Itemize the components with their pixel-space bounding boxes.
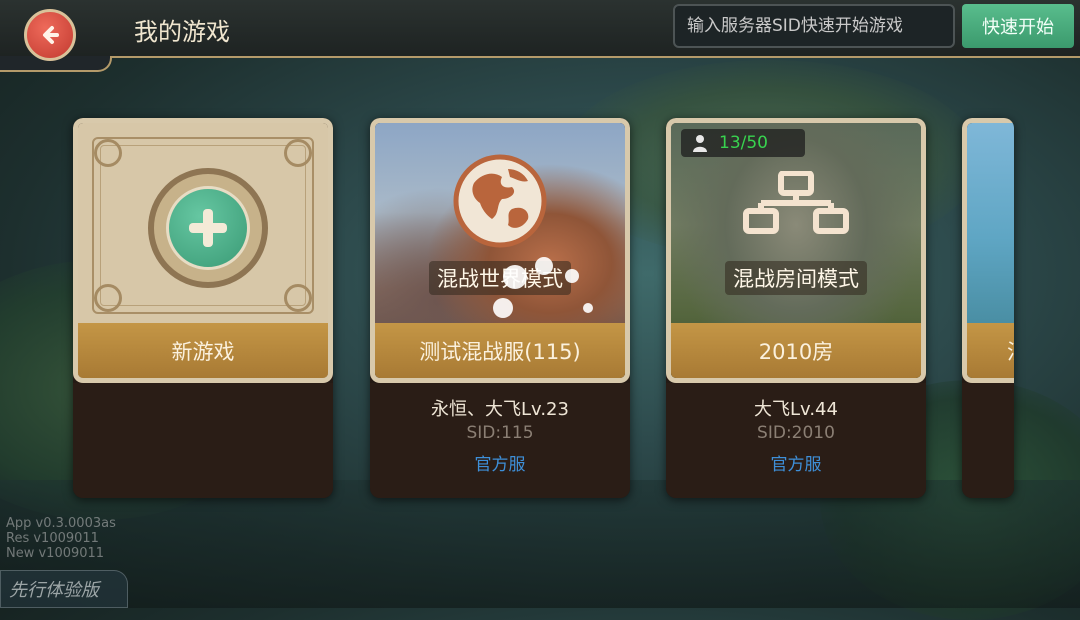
quick-start-button[interactable]: 快速开始	[962, 4, 1074, 48]
page-title: 我的游戏	[134, 18, 230, 46]
sid-text: SID:115	[466, 423, 534, 443]
sid-search-input[interactable]	[673, 4, 955, 48]
plus-icon	[166, 186, 250, 270]
room-name-label: 2010房	[671, 323, 921, 378]
version-info: App v0.3.0003as Res v1009011 New v100901…	[6, 516, 116, 561]
players-badge: 13/50	[681, 129, 805, 157]
network-icon	[741, 170, 851, 239]
server-type-link[interactable]: 官方服	[370, 450, 630, 475]
res-version: Res v1009011	[6, 531, 99, 546]
back-button[interactable]	[24, 9, 76, 61]
loading-spinner-dot	[583, 303, 593, 313]
owner-text: 永恒、大飞Lv.23	[431, 399, 569, 420]
server-name-label: 测试混战服(115)	[375, 323, 625, 378]
new-game-card[interactable]: 新游戏	[73, 118, 333, 498]
back-arrow-icon	[43, 26, 59, 44]
loading-spinner-dot	[535, 257, 553, 275]
room-card[interactable]: 13/50 混战房间模式 2010房 大飞Lv.44 SID:2010 官方服	[666, 118, 926, 498]
sid-text: SID:2010	[757, 423, 835, 443]
new-game-label: 新游戏	[78, 323, 328, 378]
loading-spinner-dot	[493, 298, 513, 318]
app-version: App v0.3.0003as	[6, 516, 116, 531]
loading-spinner-dot	[565, 269, 579, 283]
mode-label: 混战房间模式	[725, 261, 867, 295]
new-version: New v1009011	[6, 546, 105, 561]
partial-card-label: 混	[967, 323, 1014, 378]
owner-text: 大飞Lv.44	[754, 399, 838, 420]
globe-icon	[452, 153, 548, 253]
server-card[interactable]: 混战世界模式 测试混战服(115) 永恒、大飞Lv.23 SID:115 官方服	[370, 118, 630, 498]
players-count: 13/50	[719, 133, 768, 153]
partial-card[interactable]: 混	[962, 118, 1014, 498]
person-icon	[693, 135, 707, 152]
loading-spinner-dot	[503, 265, 527, 289]
beta-badge: 先行体验版	[0, 570, 128, 608]
server-type-link[interactable]: 官方服	[666, 450, 926, 475]
